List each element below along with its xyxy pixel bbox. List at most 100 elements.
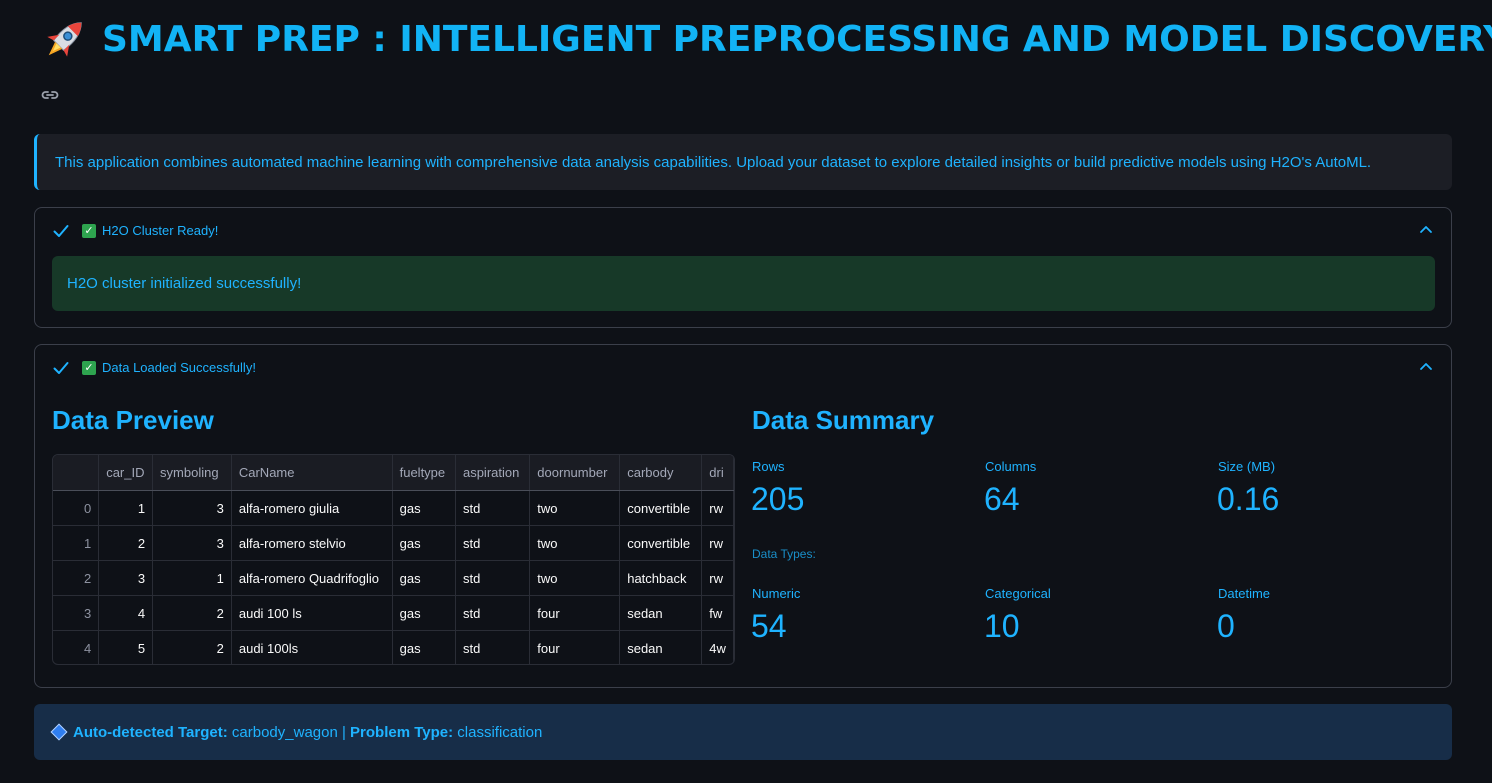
table-cell[interactable]: two <box>529 490 621 526</box>
table-row: 2 3 1 alfa-romero Quadrifoglio gas std t… <box>53 560 734 596</box>
cluster-expander: ✓ H2O Cluster Ready! H2O cluster initial… <box>34 207 1452 328</box>
categorical-metric-value: 10 <box>984 608 1020 644</box>
link-icon[interactable] <box>40 86 60 104</box>
table-row: 4 5 2 audi 100ls gas std four sedan 4w <box>53 630 734 664</box>
table-cell[interactable]: alfa-romero Quadrifoglio <box>231 560 393 596</box>
table-cell[interactable]: 1 <box>98 490 154 526</box>
cluster-success-alert: H2O cluster initialized successfully! <box>52 256 1435 311</box>
info-alert: This application combines automated mach… <box>34 134 1452 190</box>
table-cell[interactable]: 3 <box>152 525 232 561</box>
data-preview-table[interactable]: car_ID symboling CarName fueltype aspira… <box>52 454 735 665</box>
table-cell[interactable]: 1 <box>53 525 100 561</box>
table-cell[interactable]: alfa-romero stelvio <box>231 525 393 561</box>
table-cell[interactable]: 4 <box>98 595 154 631</box>
numeric-metric-value: 54 <box>751 608 787 644</box>
cluster-success-text: H2O cluster initialized successfully! <box>67 275 302 292</box>
target-value: carbody_wagon | <box>227 723 351 741</box>
green-check-box-icon: ✓ <box>82 361 96 375</box>
data-expander-label: Data Loaded Successfully! <box>102 360 256 375</box>
table-row: 3 4 2 audi 100 ls gas std four sedan fw <box>53 595 734 631</box>
column-header[interactable]: carbody <box>619 455 703 491</box>
table-cell[interactable]: sedan <box>619 630 703 664</box>
datetime-metric-value: 0 <box>1217 608 1235 644</box>
column-header[interactable]: doornumber <box>529 455 621 491</box>
cluster-expander-label: H2O Cluster Ready! <box>102 223 219 238</box>
info-text: This application combines automated mach… <box>55 153 1372 171</box>
size-metric-value: 0.16 <box>1217 481 1280 517</box>
table-cell[interactable]: 3 <box>53 595 100 631</box>
app-page: SMART PREP : INTELLIGENT PREPROCESSING A… <box>0 0 1492 783</box>
table-cell[interactable]: std <box>455 490 531 526</box>
page-title: SMART PREP : INTELLIGENT PREPROCESSING A… <box>102 18 1492 60</box>
chevron-up-icon[interactable] <box>1419 361 1433 371</box>
columns-metric-label: Columns <box>985 459 1037 474</box>
table-cell[interactable]: two <box>529 560 621 596</box>
size-metric-label: Size (MB) <box>1218 459 1276 474</box>
numeric-metric-label: Numeric <box>752 586 801 601</box>
table-cell[interactable]: 5 <box>98 630 154 664</box>
categorical-metric-label: Categorical <box>985 586 1051 601</box>
data-expander-header[interactable]: ✓ Data Loaded Successfully! <box>35 345 1451 391</box>
column-header[interactable]: CarName <box>231 455 393 491</box>
table-cell[interactable]: convertible <box>619 490 703 526</box>
table-row: 1 2 3 alfa-romero stelvio gas std two co… <box>53 525 734 561</box>
column-header[interactable]: car_ID <box>98 455 154 491</box>
table-header-row: car_ID symboling CarName fueltype aspira… <box>53 455 734 491</box>
table-cell[interactable]: two <box>529 525 621 561</box>
problem-type-label: Problem Type: <box>350 723 454 741</box>
table-cell[interactable]: 4w <box>701 630 734 664</box>
column-header[interactable]: symboling <box>152 455 232 491</box>
columns-metric-value: 64 <box>984 481 1020 517</box>
datetime-metric-label: Datetime <box>1218 586 1271 601</box>
table-cell[interactable]: 3 <box>152 490 232 526</box>
table-row: 0 1 3 alfa-romero giulia gas std two con… <box>53 490 734 526</box>
table-cell[interactable]: rw <box>701 525 734 561</box>
table-cell[interactable]: std <box>455 560 531 596</box>
table-cell[interactable]: 0 <box>53 490 100 526</box>
table-cell[interactable]: gas <box>392 525 456 561</box>
table-cell[interactable]: 2 <box>152 595 232 631</box>
table-cell[interactable]: 3 <box>98 560 154 596</box>
data-summary-heading: Data Summary <box>752 405 935 435</box>
table-cell[interactable]: gas <box>392 630 456 664</box>
cluster-expander-header[interactable]: ✓ H2O Cluster Ready! <box>35 208 1451 254</box>
column-header[interactable]: aspiration <box>455 455 531 491</box>
target-label: Auto-detected Target: <box>73 723 228 741</box>
table-cell[interactable]: gas <box>392 490 456 526</box>
rocket-icon <box>47 22 82 57</box>
data-expander: ✓ Data Loaded Successfully! Data Preview… <box>34 344 1452 688</box>
column-header[interactable] <box>53 455 100 491</box>
column-header[interactable]: fueltype <box>392 455 456 491</box>
table-cell[interactable]: rw <box>701 560 734 596</box>
table-cell[interactable]: 2 <box>53 560 100 596</box>
table-cell[interactable]: 1 <box>152 560 232 596</box>
table-cell[interactable]: four <box>529 630 621 664</box>
table-cell[interactable]: sedan <box>619 595 703 631</box>
green-check-box-icon: ✓ <box>82 224 96 238</box>
table-cell[interactable]: 4 <box>53 630 100 664</box>
table-cell[interactable]: std <box>455 595 531 631</box>
table-cell[interactable]: fw <box>701 595 734 631</box>
rows-metric-label: Rows <box>752 459 785 474</box>
table-cell[interactable]: audi 100ls <box>231 630 393 664</box>
table-cell[interactable]: rw <box>701 490 734 526</box>
table-cell[interactable]: hatchback <box>619 560 703 596</box>
problem-type-value: classification <box>453 723 543 741</box>
table-cell[interactable]: gas <box>392 560 456 596</box>
table-cell[interactable]: 2 <box>98 525 154 561</box>
check-icon <box>53 225 69 237</box>
table-cell[interactable]: std <box>455 630 531 664</box>
table-cell[interactable]: alfa-romero giulia <box>231 490 393 526</box>
table-cell[interactable]: 2 <box>152 630 232 664</box>
blue-diamond-icon <box>50 723 68 741</box>
table-cell[interactable]: four <box>529 595 621 631</box>
chevron-up-icon[interactable] <box>1419 224 1433 234</box>
table-cell[interactable]: std <box>455 525 531 561</box>
rows-metric-value: 205 <box>751 481 805 517</box>
data-preview-heading: Data Preview <box>52 405 214 435</box>
column-header[interactable]: dri <box>701 455 734 491</box>
table-cell[interactable]: convertible <box>619 525 703 561</box>
target-info-alert: Auto-detected Target: carbody_wagon | Pr… <box>34 704 1452 760</box>
table-cell[interactable]: audi 100 ls <box>231 595 393 631</box>
table-cell[interactable]: gas <box>392 595 456 631</box>
